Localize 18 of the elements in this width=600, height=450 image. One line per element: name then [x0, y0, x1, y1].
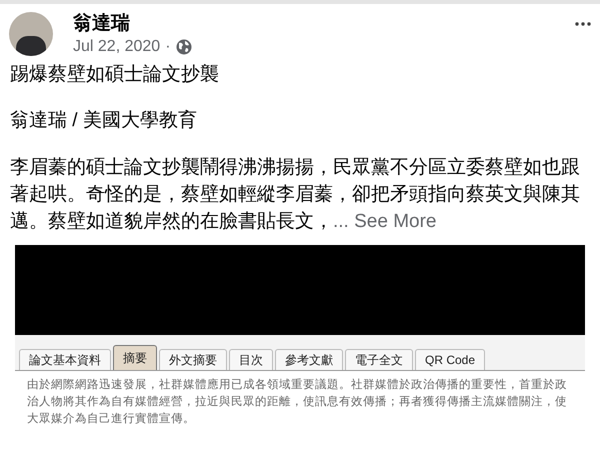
post-date[interactable]: Jul 22, 2020 [73, 36, 160, 58]
tab[interactable]: 電子全文 [345, 349, 413, 370]
author-name[interactable]: 翁達瑞 [73, 12, 192, 36]
abstract-text: 由於網際網路迅速發展，社群媒體應用已成各領域重要議題。社群媒體於政治傳播的重要性，首重於政治人物將其作為自有媒體經營，拉近與民眾的距離，使訊息有效傳播；再者獲得傳播主流媒體關注，使大眾媒介為自己進行實體宣傳。 [15, 371, 585, 428]
post-body: 李眉蓁的碩士論文抄襲鬧得沸沸揚揚，民眾黨不分區立委蔡壁如也跟著起哄。奇怪的是，蔡壁如輕縱李眉蓁，卻把矛頭指向蔡英文與陳其邁。蔡壁如道貌岸然的在臉書貼長文，... See More [10, 156, 581, 234]
avatar[interactable] [9, 12, 53, 56]
tab[interactable]: QR Code [415, 349, 486, 370]
tab[interactable]: 參考文獻 [275, 349, 343, 370]
more-options-icon[interactable] [575, 22, 591, 26]
separator-dot: · [165, 37, 171, 57]
tab[interactable]: 摘要 [113, 345, 157, 370]
see-more-link[interactable]: ... See More [333, 211, 436, 232]
post-byline: 翁達瑞 / 美國大學教育 [10, 108, 198, 133]
tab[interactable]: 目次 [229, 349, 273, 370]
tab[interactable]: 論文基本資料 [19, 349, 111, 370]
tab[interactable]: 外文摘要 [159, 349, 227, 370]
post-headline: 踢爆蔡壁如碩士論文抄襲 [10, 63, 220, 87]
globe-icon [176, 39, 192, 55]
